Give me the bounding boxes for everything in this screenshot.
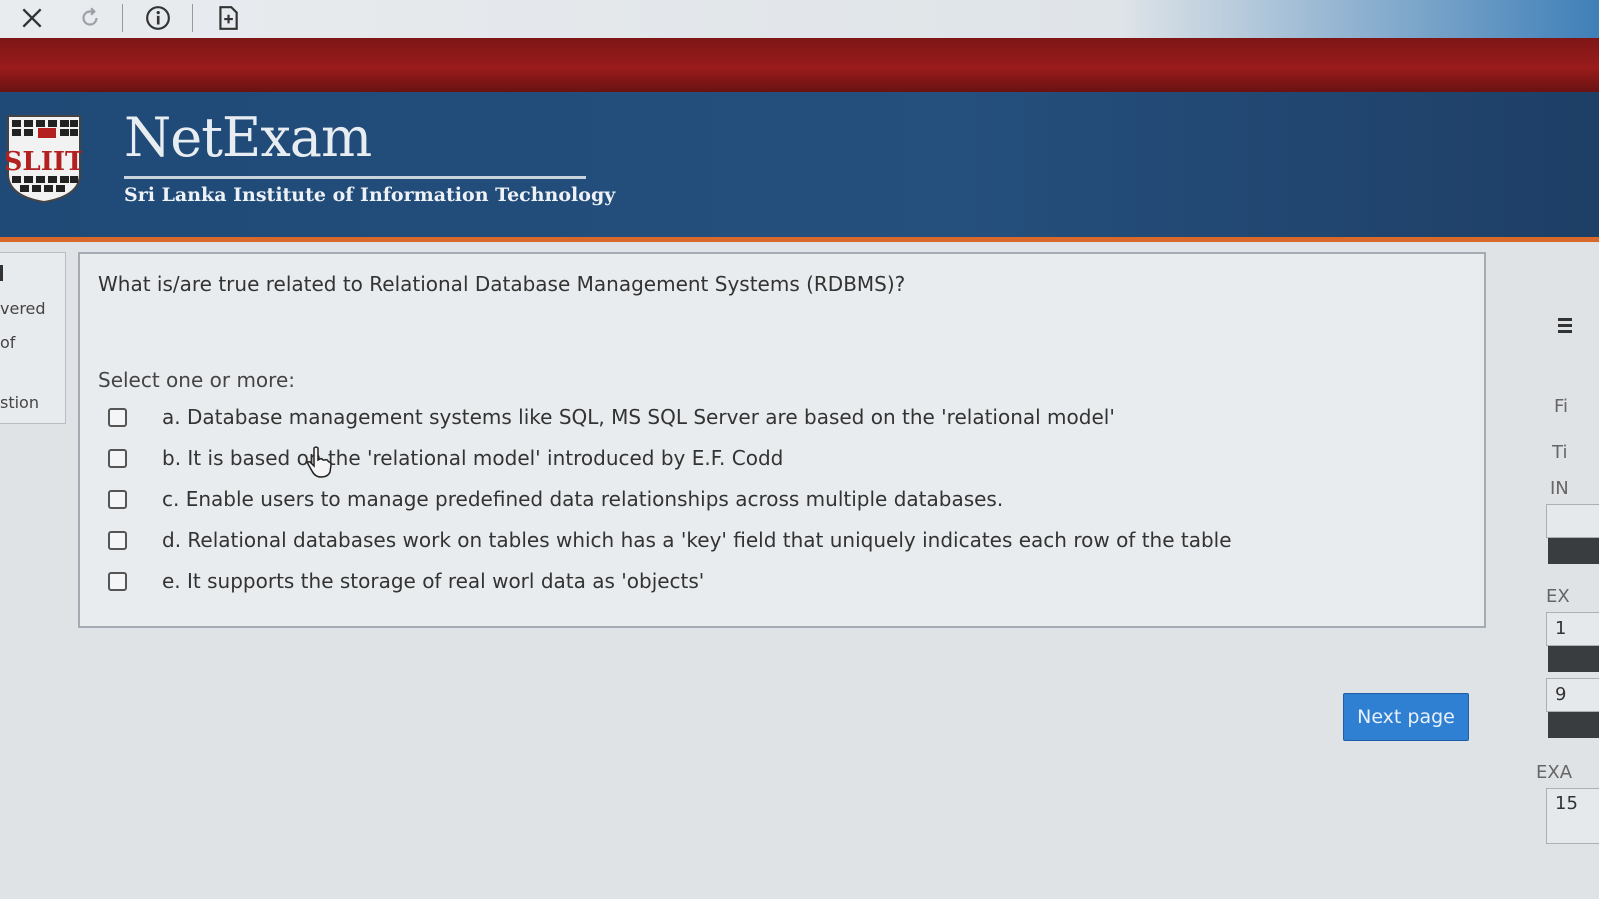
quiz-navigation-panel: Fi Ti IN EX 1 9 EXA 15 (1536, 270, 1599, 870)
answer-option[interactable]: a. Database management systems like SQL,… (108, 402, 1115, 432)
panel-label: EXA (1536, 762, 1573, 783)
answer-option[interactable]: e. It supports the storage of real worl … (108, 566, 704, 596)
question-card: What is/are true related to Relational D… (78, 252, 1486, 628)
option-b-checkbox[interactable] (108, 448, 127, 468)
panel-box-footer (1548, 646, 1599, 672)
panel-box-footer (1548, 712, 1599, 738)
toolbar-separator (192, 4, 193, 32)
panel-box-footer (1548, 538, 1599, 564)
panel-label: EX (1546, 586, 1570, 607)
question-nav-button[interactable]: 9 (1546, 678, 1599, 712)
sliit-logo-icon: SLIIT (6, 115, 82, 204)
answer-option[interactable]: b. It is based on the 'relational model'… (108, 443, 783, 473)
quiz-info-line: stion (0, 393, 39, 412)
logo-text: SLIIT (6, 147, 82, 177)
brand-title: NetExam (124, 106, 372, 169)
answer-option[interactable]: c. Enable users to manage predefined dat… (108, 484, 1003, 514)
option-c-label[interactable]: c. Enable users to manage predefined dat… (162, 487, 1003, 511)
question-nav-button[interactable]: 1 (1546, 612, 1599, 646)
brand-subtitle: Sri Lanka Institute of Information Techn… (124, 184, 616, 206)
option-a-label[interactable]: a. Database management systems like SQL,… (162, 405, 1115, 429)
answer-prompt: Select one or more: (98, 368, 295, 392)
option-d-label[interactable]: d. Relational databases work on tables w… (162, 528, 1232, 552)
option-e-label[interactable]: e. It supports the storage of real worl … (162, 569, 704, 593)
quiz-info-panel: vered of stion (0, 252, 66, 424)
option-e-checkbox[interactable] (108, 571, 127, 591)
question-nav-button[interactable]: 15 (1546, 788, 1599, 844)
option-c-checkbox[interactable] (108, 489, 127, 509)
quiz-info-line: vered (0, 299, 46, 318)
answer-option[interactable]: d. Relational databases work on tables w… (108, 525, 1232, 555)
site-header: SLIIT NetExam Sri Lanka Institute of Inf… (0, 92, 1599, 242)
hand-cursor-icon (307, 446, 332, 478)
close-icon[interactable] (18, 4, 46, 32)
top-red-band (0, 38, 1599, 98)
option-d-checkbox[interactable] (108, 530, 127, 550)
next-page-button[interactable]: Next page (1343, 693, 1469, 741)
brand-divider (124, 176, 586, 179)
quiz-info-line: of (0, 333, 16, 352)
reload-icon[interactable] (76, 4, 104, 32)
panel-label: Fi (1554, 396, 1569, 417)
info-icon[interactable] (144, 4, 172, 32)
menu-icon[interactable] (1558, 318, 1572, 321)
add-page-icon[interactable] (214, 4, 242, 32)
panel-box[interactable] (1546, 504, 1599, 538)
panel-label: Ti (1552, 442, 1568, 463)
option-b-label[interactable]: b. It is based on the 'relational model'… (162, 446, 783, 470)
panel-label: IN (1550, 478, 1569, 499)
option-a-checkbox[interactable] (108, 407, 127, 427)
question-text: What is/are true related to Relational D… (98, 272, 906, 296)
toolbar-separator (122, 4, 123, 32)
nav-marker (0, 265, 3, 281)
browser-toolbar (0, 0, 1599, 38)
